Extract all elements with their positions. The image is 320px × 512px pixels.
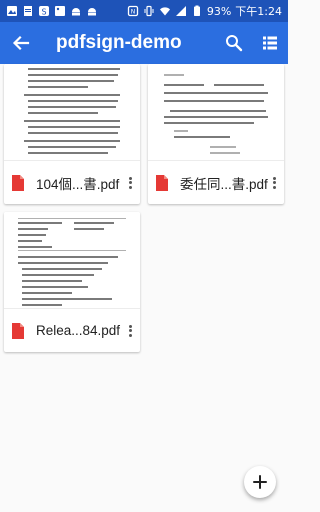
pdf-file-icon xyxy=(156,174,168,191)
notification-pdf-icon xyxy=(24,6,32,16)
file-thumbnail xyxy=(4,212,140,308)
notification-image2-icon xyxy=(55,6,65,16)
svg-text:S: S xyxy=(41,8,46,17)
page-title: pdfsign-demo xyxy=(56,32,182,53)
more-options-button[interactable] xyxy=(126,322,134,340)
nfc-icon: N xyxy=(127,5,138,17)
file-name: 104個...書.pdf xyxy=(36,176,120,192)
add-icon xyxy=(253,475,267,489)
more-options-button[interactable] xyxy=(126,174,134,192)
file-name: Relea...84.pdf xyxy=(36,323,121,338)
search-icon xyxy=(226,35,243,52)
signal-icon xyxy=(175,6,186,16)
wifi-icon xyxy=(159,7,170,16)
status-time: 下午1:24 xyxy=(235,5,282,18)
notification-android-icon xyxy=(72,8,80,16)
pdf-file-icon xyxy=(12,174,24,191)
add-button[interactable] xyxy=(244,466,276,498)
file-card[interactable]: 104個...書.pdf xyxy=(4,64,140,204)
notification-android2-icon xyxy=(88,8,96,16)
file-name: 委任同...書.pdf xyxy=(180,176,268,192)
battery-icon xyxy=(193,5,200,16)
back-arrow-icon xyxy=(12,35,30,51)
battery-percent: 93% xyxy=(206,4,232,18)
svg-text:N: N xyxy=(131,9,136,16)
status-bar: S N 93% 下午1:24 xyxy=(0,0,288,22)
search-button[interactable] xyxy=(216,22,252,64)
back-button[interactable] xyxy=(0,22,42,64)
pdf-file-icon xyxy=(12,322,24,339)
file-card[interactable]: Relea...84.pdf xyxy=(4,212,140,352)
notification-image-icon xyxy=(7,6,17,16)
file-thumbnail xyxy=(4,64,140,160)
file-card[interactable]: 委任同...書.pdf xyxy=(148,64,284,204)
notification-s-icon: S xyxy=(39,6,49,17)
more-vert-icon xyxy=(272,176,276,180)
list-view-icon xyxy=(263,36,277,50)
view-toggle-button[interactable] xyxy=(252,22,288,64)
file-thumbnail xyxy=(148,64,284,160)
more-options-button[interactable] xyxy=(270,174,278,192)
more-vert-icon xyxy=(128,324,132,328)
app-bar: pdfsign-demo xyxy=(0,22,288,64)
vibrate-icon xyxy=(144,5,154,17)
more-vert-icon xyxy=(128,176,132,180)
